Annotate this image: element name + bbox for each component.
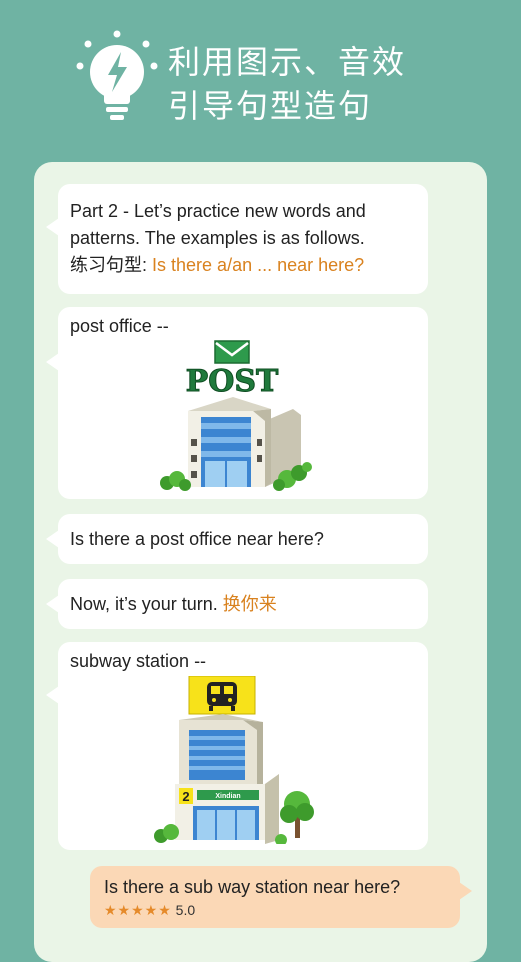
- word-card-post-office[interactable]: post office -- POST: [46, 307, 428, 499]
- bubble-tail: [459, 882, 472, 900]
- answer-rating: ★★★★★ 5.0: [104, 901, 446, 919]
- bubble-tail: [46, 595, 59, 613]
- headline-line-1: 利用图示、音效: [168, 43, 407, 81]
- star-rating-icon: ★★★★★: [104, 902, 172, 918]
- lightbulb-lightning-icon: [76, 30, 158, 120]
- user-answer-bubble[interactable]: Is there a sub way station near here? ★★…: [90, 866, 472, 928]
- pattern-label: 练习句型:: [70, 255, 148, 275]
- post-office-building-illustration: POST: [160, 340, 312, 491]
- word-label: subway station --: [70, 651, 207, 671]
- example-sentence-bubble[interactable]: Is there a post office near here?: [46, 514, 428, 564]
- promo-headline: 利用图示、音效 引导句型造句: [168, 40, 406, 128]
- bubble-tail: [46, 686, 59, 704]
- prompt-highlight: 换你来: [222, 594, 277, 614]
- promo-header: 利用图示、音效 引导句型造句: [0, 0, 521, 150]
- station-name-sign: Xindian: [215, 793, 240, 800]
- prompt-text: Now, it’s your turn.: [70, 594, 218, 614]
- bubble-tail: [46, 530, 59, 548]
- subway-station-building-illustration: 2 Xindian: [154, 676, 314, 844]
- user-answer-text: Is there a sub way station near here?: [104, 877, 401, 897]
- post-sign: POST: [186, 364, 279, 399]
- prompt-bubble: Now, it’s your turn. 换你来: [46, 579, 428, 629]
- word-card-subway-station[interactable]: subway station -- 2 Xindian: [46, 642, 428, 850]
- intro-message-bubble: Part 2 - Let’s practice new words and pa…: [46, 184, 428, 294]
- line-number: 2: [182, 789, 189, 804]
- word-label: post office --: [70, 316, 169, 336]
- rating-score: 5.0: [175, 902, 196, 918]
- bubble-tail: [46, 218, 59, 236]
- example-sentence-text: Is there a post office near here?: [70, 529, 324, 549]
- intro-message-text: Part 2 - Let’s practice new words and pa…: [70, 201, 366, 248]
- pattern-sentence[interactable]: Is there a/an ... near here?: [152, 255, 364, 275]
- headline-line-2: 引导句型造句: [168, 87, 373, 125]
- pattern-line: 练习句型: Is there a/an ... near here?: [70, 252, 416, 279]
- bubble-tail: [46, 353, 59, 371]
